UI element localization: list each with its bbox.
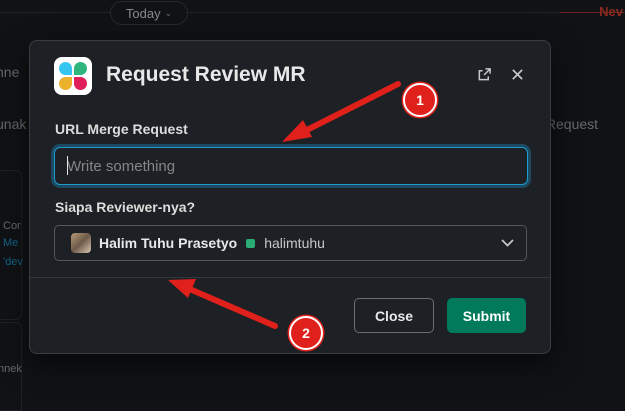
- annotation-arrows: [168, 81, 401, 329]
- annotation-badge-2: 2: [289, 316, 323, 350]
- annotation-arrow-1: [282, 81, 401, 142]
- annotation-arrow-2: [168, 279, 278, 329]
- annotation-badge-1: 1: [403, 83, 437, 117]
